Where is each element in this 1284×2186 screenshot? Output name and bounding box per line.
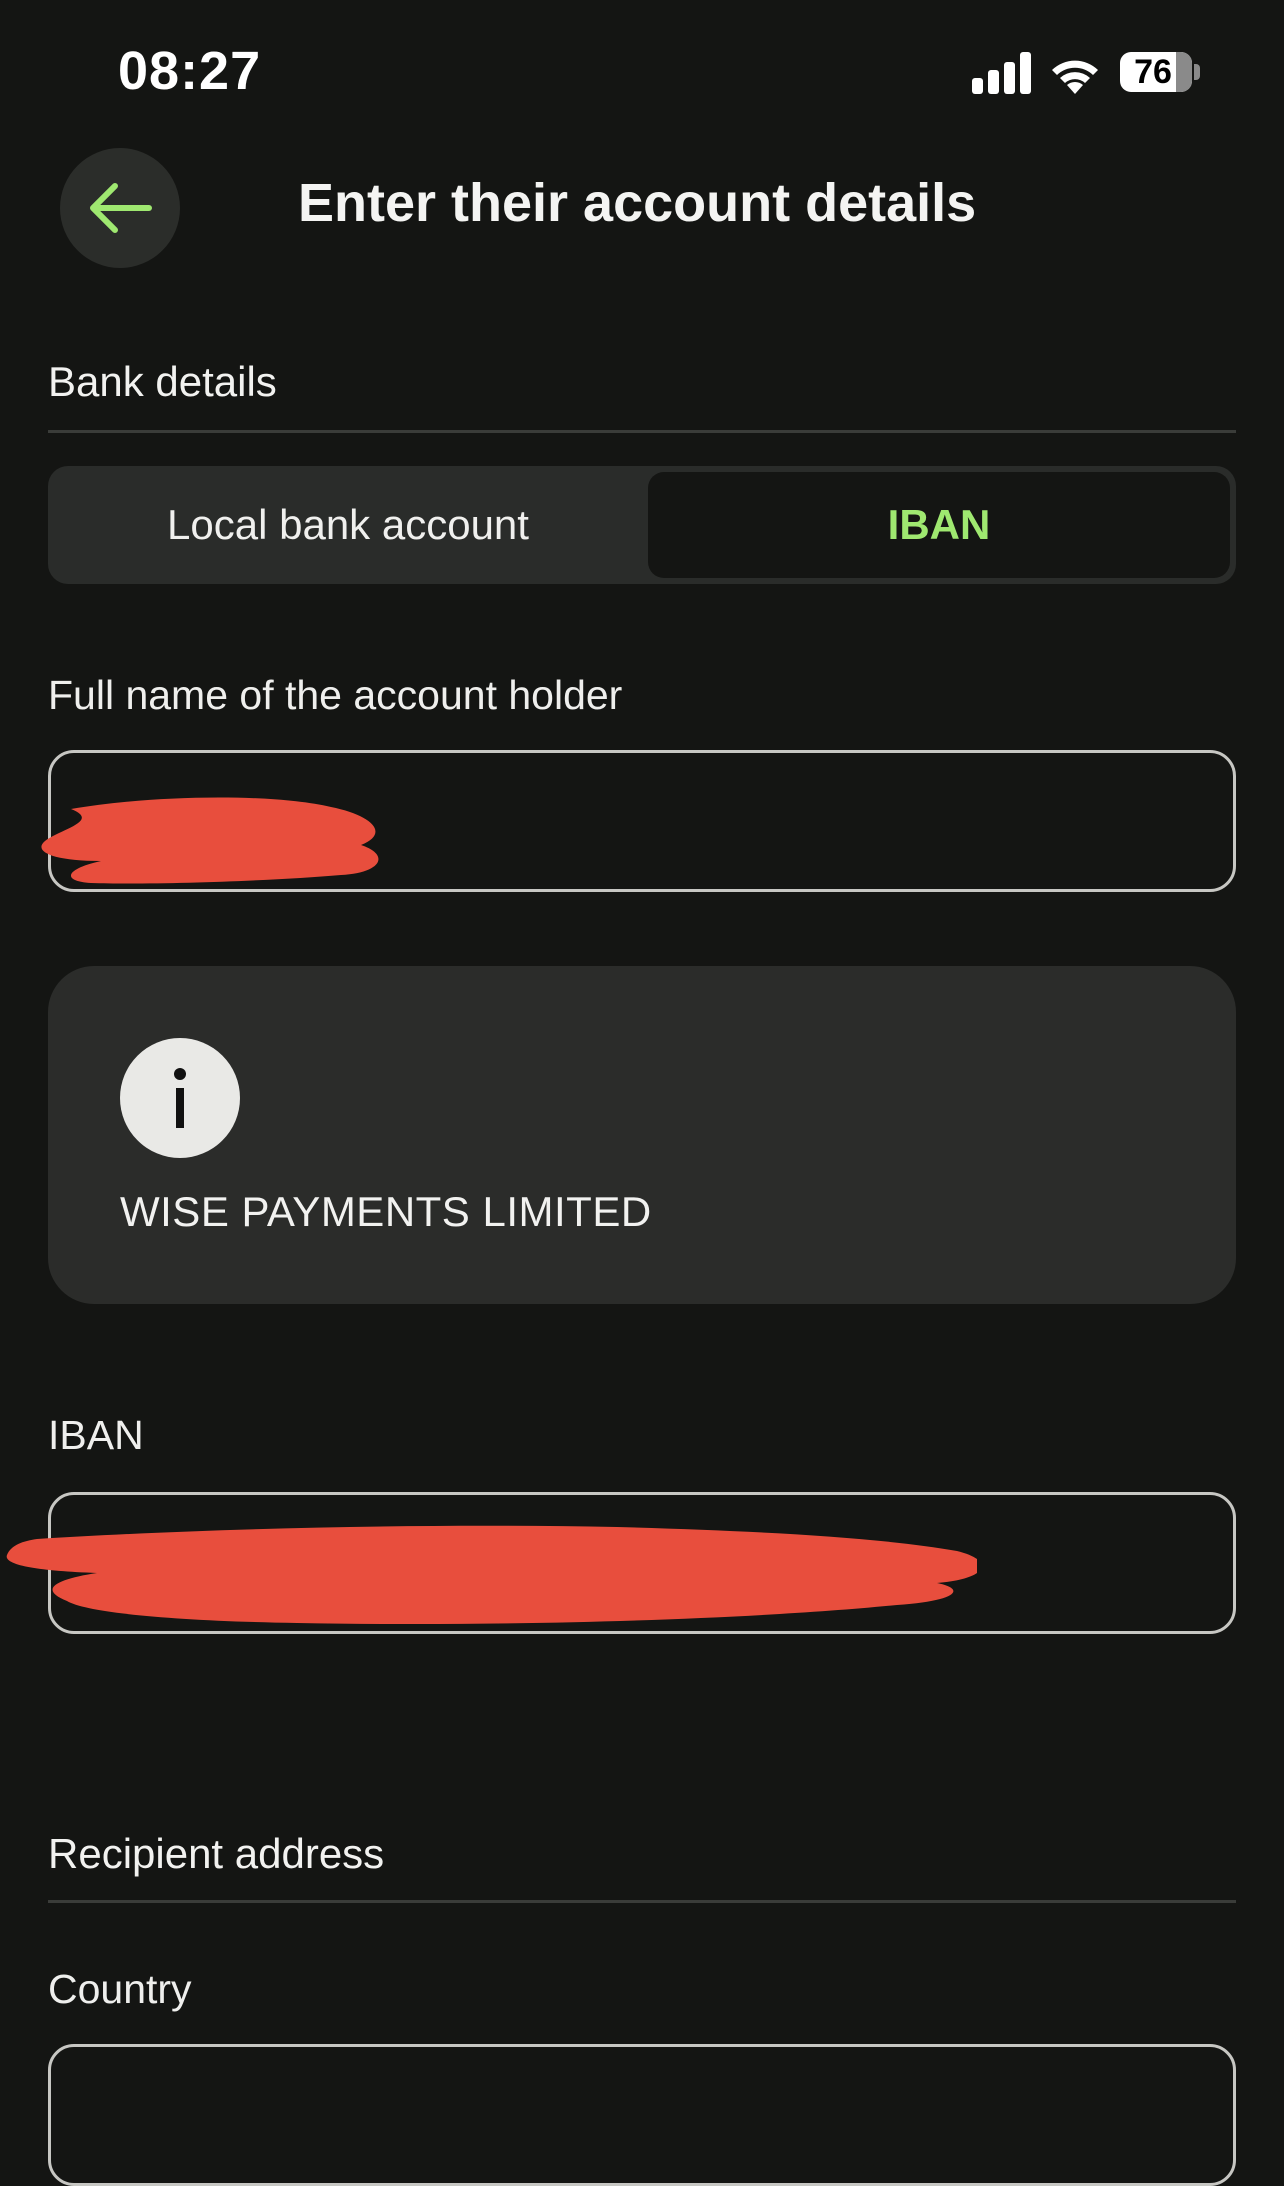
info-icon — [120, 1038, 240, 1158]
page-title: Enter their account details — [298, 173, 977, 233]
wifi-icon — [1052, 60, 1098, 94]
tab-local-bank-account[interactable]: Local bank account — [48, 466, 648, 584]
bank-info-card: WISE PAYMENTS LIMITED — [48, 966, 1236, 1304]
country-select[interactable] — [48, 2044, 1236, 2186]
country-label: Country — [48, 1966, 192, 2012]
signal-icon — [972, 52, 1032, 94]
bank-name-text: WISE PAYMENTS LIMITED — [120, 1188, 652, 1235]
arrow-left-icon — [90, 183, 152, 233]
redaction-mark — [6, 1525, 977, 1625]
back-button[interactable] — [60, 148, 180, 268]
account-type-toggle: Local bank account IBAN — [48, 466, 1236, 584]
redaction-mark — [41, 797, 379, 884]
bank-details-heading: Bank details — [48, 358, 277, 405]
iban-label: IBAN — [48, 1412, 144, 1458]
battery-nub — [1194, 64, 1200, 80]
battery-icon: 76 — [1120, 52, 1192, 92]
section-divider — [48, 430, 1236, 433]
status-time: 08:27 — [118, 41, 262, 101]
tab-iban[interactable]: IBAN — [648, 472, 1230, 578]
full-name-input[interactable] — [41, 750, 1236, 892]
battery-percent: 76 — [1134, 52, 1172, 91]
full-name-label: Full name of the account holder — [48, 672, 623, 718]
recipient-address-heading: Recipient address — [48, 1830, 385, 1877]
iban-input[interactable] — [6, 1492, 1236, 1634]
section-divider — [48, 1900, 1236, 1903]
